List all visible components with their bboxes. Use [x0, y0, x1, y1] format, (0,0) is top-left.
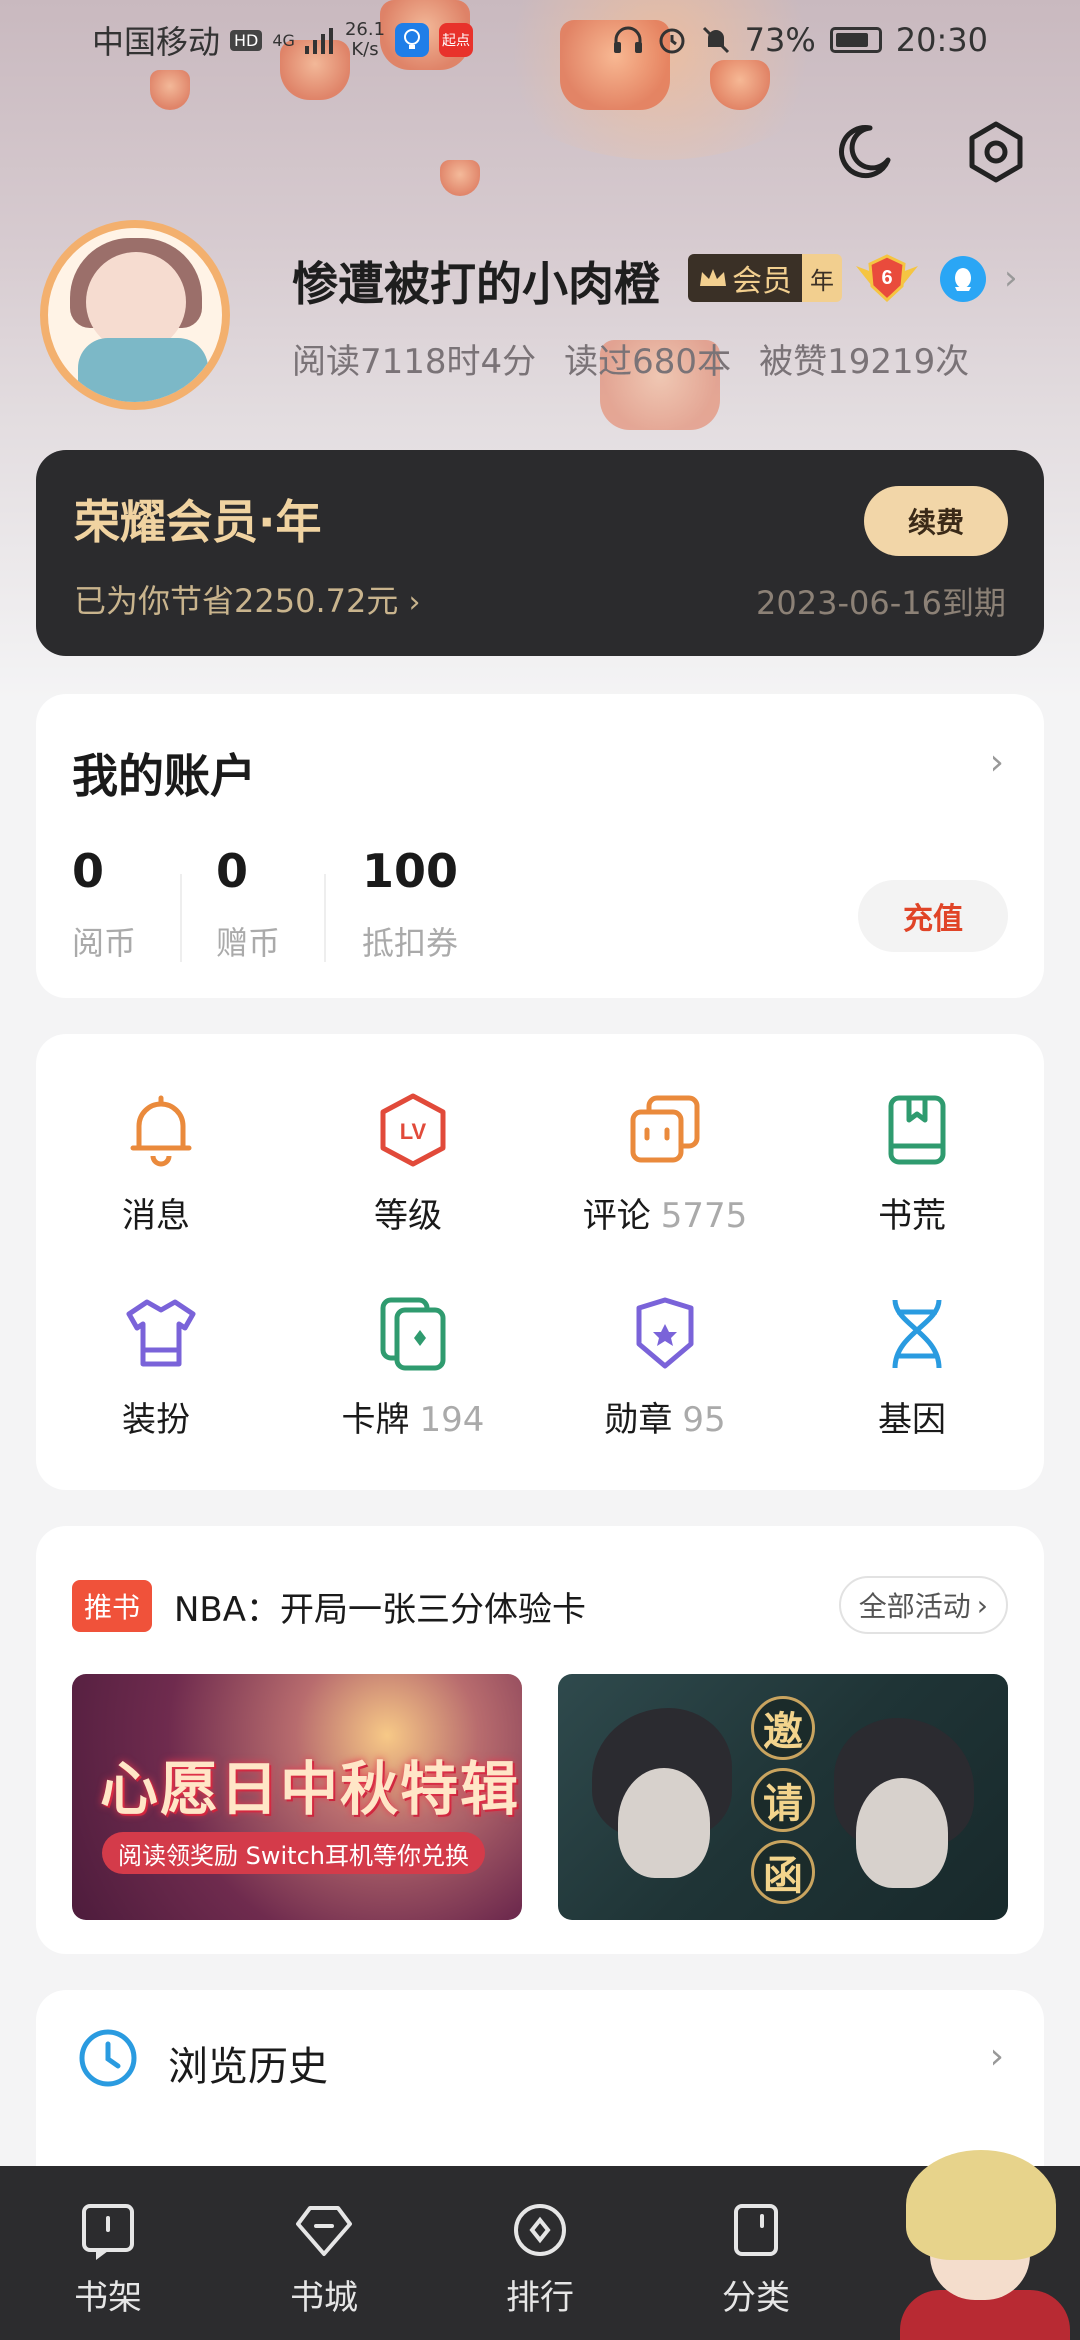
mascot-character[interactable]: [880, 2140, 1080, 2340]
qq-icon[interactable]: [940, 256, 986, 302]
vip-card-title: 荣耀会员·年: [74, 495, 322, 549]
history-chevron-icon: ›: [989, 2036, 1004, 2077]
vip-savings[interactable]: 已为你节省2250.72元 ›: [74, 576, 421, 622]
feature-comments[interactable]: 评论 5775: [540, 1090, 790, 1237]
account-chevron-icon[interactable]: ›: [990, 742, 1004, 783]
status-bar: 中国移动 HD 4G 26.1 K/s 起点 73% 20:30: [0, 0, 1080, 80]
vip-badge[interactable]: 会员 年: [688, 254, 842, 302]
cards-icon: [380, 1297, 446, 1371]
invitation-text: 邀 请 函: [744, 1696, 822, 1904]
qidian-app-icon: 起点: [439, 23, 474, 57]
banner-subtitle: 阅读领奖励 Switch耳机等你兑换: [102, 1832, 485, 1874]
feature-messages[interactable]: 消息: [36, 1090, 286, 1237]
vip-expiry: 2023-06-16到期: [756, 584, 1006, 622]
bell-icon: [130, 1095, 192, 1167]
account-card[interactable]: 我的账户 › 0 阅币 0 赠币 100 抵扣券 充值: [36, 694, 1044, 998]
bookshelf-icon: [82, 2204, 134, 2260]
profile-stats: 阅读7118时4分 读过680本 被赞19219次: [292, 334, 969, 383]
feature-genes[interactable]: 基因: [792, 1294, 1042, 1441]
alarm-icon: [659, 28, 685, 54]
nav-ranking[interactable]: 排行: [432, 2166, 648, 2340]
nav-category[interactable]: 分类: [648, 2166, 864, 2340]
divider: [324, 874, 326, 962]
svg-text:LV: LV: [400, 1119, 427, 1144]
bulb-app-icon: [395, 23, 430, 57]
recharge-button[interactable]: 充值: [858, 880, 1008, 952]
badge-icon: [636, 1297, 694, 1369]
features-card: 消息 LV 等级 评论 5775 书荒 装扮 卡牌 194 勋章 95 基因: [36, 1034, 1044, 1490]
dna-icon: [892, 1299, 942, 1369]
hd-badge: HD: [230, 29, 263, 51]
category-icon: [734, 2204, 778, 2256]
browse-history-label: 浏览历史: [168, 2044, 328, 2090]
clock-icon: [79, 2029, 137, 2087]
network-speed: 26.1 K/s: [344, 19, 386, 60]
crown-icon: [700, 269, 726, 286]
vip-card[interactable]: 荣耀会员·年 已为你节省2250.72元 › 续费 2023-06-16到期: [36, 450, 1044, 656]
likes-received: 被赞19219次: [759, 342, 970, 382]
promo-headline[interactable]: NBA：开局一张三分体验卡: [174, 1582, 586, 1631]
banner-title: 心愿日中秋特辑: [100, 1755, 521, 1823]
recommend-tag: 推书: [72, 1580, 153, 1632]
shirt-icon: [126, 1299, 196, 1367]
level-wings-icon[interactable]: 6: [852, 252, 922, 304]
bookstore-icon: [296, 2206, 352, 2256]
feature-book-shortage[interactable]: 书荒: [792, 1090, 1042, 1237]
nav-bookstore[interactable]: 书城: [216, 2166, 432, 2340]
nav-bookshelf[interactable]: 书架: [0, 2166, 216, 2340]
book-icon: [888, 1095, 946, 1165]
moon-icon[interactable]: [830, 120, 894, 184]
profile-chevron-icon[interactable]: ›: [1004, 258, 1018, 298]
comment-icon: [630, 1095, 700, 1163]
reading-time: 阅读7118时4分: [292, 342, 537, 382]
headphones-icon: [613, 26, 642, 53]
feature-level[interactable]: LV 等级: [288, 1090, 538, 1237]
network-type: 4G: [272, 30, 295, 50]
books-read: 读过680本: [564, 342, 732, 382]
carrier-label: 中国移动: [92, 23, 221, 61]
mute-bell-icon: [702, 26, 729, 54]
username[interactable]: 惨遭被打的小肉橙: [292, 248, 660, 314]
all-activities-button[interactable]: 全部活动 ›: [838, 1576, 1008, 1634]
signal-icon: [304, 28, 333, 54]
account-stat-zengbi[interactable]: 0 赠币: [216, 844, 280, 964]
mid-autumn-banner[interactable]: 心愿日中秋特辑 阅读领奖励 Switch耳机等你兑换: [72, 1674, 522, 1920]
feature-cards[interactable]: 卡牌 194: [288, 1294, 538, 1441]
renew-button[interactable]: 续费: [864, 486, 1008, 556]
avatar[interactable]: [40, 220, 230, 410]
promo-card: 推书 NBA：开局一张三分体验卡 全部活动 › 心愿日中秋特辑 阅读领奖励 Swi…: [36, 1526, 1044, 1954]
account-stat-coupon[interactable]: 100 抵扣券: [362, 844, 458, 964]
account-stat-yuebi[interactable]: 0 阅币: [72, 844, 136, 964]
level-icon: LV: [380, 1093, 446, 1167]
svg-text:6: 6: [881, 267, 892, 289]
battery-percent: 73%: [744, 21, 816, 59]
feature-medals[interactable]: 勋章 95: [540, 1294, 790, 1441]
invitation-banner[interactable]: 邀 请 函: [558, 1674, 1008, 1920]
divider: [180, 874, 182, 962]
clock: 20:30: [895, 21, 988, 59]
battery-icon: [829, 27, 882, 53]
feature-dressup[interactable]: 装扮: [36, 1294, 286, 1441]
ranking-icon: [514, 2204, 566, 2256]
account-title: 我的账户: [72, 749, 256, 803]
settings-icon[interactable]: [964, 120, 1028, 184]
